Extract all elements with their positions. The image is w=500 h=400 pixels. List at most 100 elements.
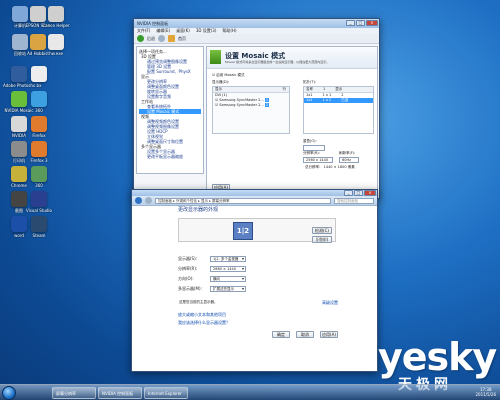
mosaic-header: 设置 Mosaic 模式 Mosaic 模式可将多台显示器组合成一台虚拟显示器，… — [207, 47, 377, 69]
maximize-button[interactable]: □ — [354, 190, 363, 196]
setting-row: 分辨率(R): 2880 × 1440 — [178, 266, 246, 272]
shortcut-icon — [31, 141, 47, 157]
topology-row-selected[interactable]: 1x2 1 x 2 已选 — [304, 98, 373, 103]
page-description: Mosaic 模式可将多台显示器组合成一台虚拟显示器，以便在更大范围内显示。 — [225, 60, 330, 64]
menu-file[interactable]: 文件(F) — [137, 28, 150, 34]
yesky-watermark: yesky 天极网 — [378, 335, 497, 393]
taskbar-button-nvidia[interactable]: NVIDIA 控制面板 — [98, 387, 142, 399]
menu-3d-settings[interactable]: 3D 设置(3) — [196, 28, 217, 34]
text-size-link[interactable]: 放大或缩小文本和其他项目 — [178, 312, 226, 318]
watermark-brand: yesky — [378, 335, 497, 379]
home-icon[interactable] — [168, 35, 175, 42]
refresh-select[interactable]: 60Hz — [339, 157, 359, 163]
minimize-button[interactable]: _ — [346, 20, 355, 26]
desktop-shortcut[interactable]: Visual Studio — [23, 191, 55, 213]
display-help-link[interactable]: 我应该选择什么显示器设置？ — [178, 320, 230, 326]
clock-date: 2011/5/26 — [475, 392, 496, 397]
desktop-shortcut[interactable]: Firefox 3 — [23, 141, 55, 163]
display-item[interactable]: ☑ Samsung SyncMaster 2... 2 — [213, 103, 289, 108]
topology-label: 拓扑(T): — [303, 80, 317, 84]
monitor-icon[interactable]: 1|2 — [233, 222, 253, 240]
setting-dropdown[interactable]: 1|2. 多个监视器 — [210, 256, 246, 262]
identify-button[interactable]: 识别(I) — [312, 236, 332, 243]
setting-row: 显示器(S): 1|2. 多个监视器 — [178, 256, 246, 262]
topo-col-size: 1 — [323, 87, 326, 91]
shortcut-label: Firefox 3 — [30, 158, 48, 163]
ok-button[interactable]: 确定 — [272, 331, 290, 338]
minimize-button[interactable]: _ — [344, 190, 353, 196]
detect-button[interactable]: 检测(C) — [312, 227, 332, 234]
shortcut-label: 360 — [35, 108, 43, 113]
system-clock[interactable]: 17:38 2011/5/26 — [475, 387, 496, 397]
setting-label: 分辨率(R): — [178, 266, 198, 271]
col-row: 行 — [282, 87, 287, 91]
setting-row: 方向(O): 横向 — [178, 276, 246, 282]
desktop-shortcut[interactable]: hw.exe — [40, 34, 72, 56]
address-bar: 控制面板 ▸ 外观和个性化 ▸ 显示 ▸ 屏幕分辨率 搜索控制面板 — [132, 196, 377, 206]
shortcut-icon — [48, 6, 64, 22]
maximize-button[interactable]: □ — [356, 20, 365, 26]
desktop-shortcut[interactable]: bx — [23, 66, 55, 88]
apply-button[interactable]: 应用(A) — [320, 331, 338, 338]
back-arrow-icon[interactable] — [137, 35, 144, 42]
tree-task-link[interactable]: 更改平板显示器缩放 — [139, 154, 201, 159]
topology-count: 已选 — [341, 98, 349, 102]
desktop-shortcut[interactable]: Canon Helper — [40, 6, 72, 28]
menu-edit[interactable]: 编辑(E) — [156, 28, 170, 34]
refresh-label: 刷新率(F): — [339, 151, 356, 155]
setting-dropdown[interactable]: 2880 × 1440 — [210, 266, 246, 272]
back-label[interactable]: 后退 — [147, 36, 155, 42]
col-display: 显示 — [215, 87, 222, 91]
topology-list: 名称 1 显示 1x1 1 x 1 2 1x2 1 x 2 已选 — [303, 86, 374, 134]
nvidia-toolbar: 后退 首页 — [134, 34, 379, 44]
setting-label: 多显示器(M): — [178, 286, 202, 291]
shortcut-label: Visual Studio — [26, 208, 52, 213]
nvidia-window-title: NVIDIA 控制面板 — [137, 21, 169, 26]
taskbar-button-ie[interactable]: Internet Explorer — [144, 387, 188, 399]
shortcut-icon — [31, 116, 47, 132]
shortcut-icon — [31, 166, 47, 182]
menu-desktop[interactable]: 桌面(K) — [176, 28, 190, 34]
back-arrow-icon[interactable] — [135, 197, 142, 204]
forward-arrow-icon[interactable] — [145, 197, 152, 204]
shortcut-icon — [31, 216, 47, 232]
shortcut-label: Firefox — [32, 133, 46, 138]
forward-arrow-icon[interactable] — [158, 35, 165, 42]
page-title: 更改显示器的外观 — [178, 207, 219, 213]
total-resolution: 总分辨率： 1440 × 1800 像素 — [305, 165, 355, 169]
shortcut-label: Steam — [32, 233, 46, 238]
cp-titlebar[interactable]: _ □ × — [132, 190, 377, 196]
enable-mosaic-checkbox[interactable]: ☑ 启用 Mosaic 模式 — [210, 73, 245, 78]
home-label[interactable]: 首页 — [178, 36, 186, 42]
screen-resolution-window[interactable]: _ □ × 控制面板 ▸ 外观和个性化 ▸ 显示 ▸ 屏幕分辨率 搜索控制面板 … — [131, 189, 378, 372]
shortcut-icon — [31, 91, 47, 107]
shortcut-icon — [31, 66, 47, 82]
desktop-shortcut[interactable]: Steam — [23, 216, 55, 238]
setting-label: 显示器(S): — [178, 256, 198, 261]
nvidia-titlebar[interactable]: NVIDIA 控制面板 _ □ × — [134, 19, 379, 28]
shortcut-label: Canon Helper — [42, 23, 70, 28]
setting-dropdown[interactable]: 扩展这些显示 — [210, 286, 246, 292]
desktop-shortcut[interactable]: 360 — [23, 91, 55, 113]
cancel-button[interactable]: 取消 — [296, 331, 314, 338]
nvidia-control-panel-window[interactable]: NVIDIA 控制面板 _ □ × 文件(F) 编辑(E) 桌面(K) 3D 设… — [133, 18, 380, 199]
topology-size: 1 x 2 — [322, 98, 332, 102]
close-button[interactable]: × — [366, 20, 378, 26]
breadcrumb[interactable]: 控制面板 ▸ 外观和个性化 ▸ 显示 ▸ 屏幕分辨率 — [155, 197, 331, 204]
desktop-shortcut[interactable]: 360 — [23, 166, 55, 188]
close-button[interactable]: × — [364, 190, 376, 196]
advanced-settings-link[interactable]: 高级设置 — [322, 300, 338, 306]
setting-dropdown[interactable]: 横向 — [210, 276, 246, 282]
display-item-label: Samsung SyncMaster 2... — [219, 98, 264, 102]
search-input[interactable]: 搜索控制面板 — [334, 197, 374, 204]
menu-help[interactable]: 帮助(H) — [222, 28, 236, 34]
enable-mosaic-label: 启用 Mosaic 模式 — [216, 73, 245, 77]
taskbar-button-resolution[interactable]: 屏幕分辨率 — [52, 387, 96, 399]
primary-note: 这是您当前的主显示器。 — [179, 300, 218, 304]
nvidia-logo-icon — [210, 50, 221, 64]
start-button[interactable] — [2, 386, 16, 400]
display-item-label: Samsung SyncMaster 2... — [219, 103, 264, 107]
desktop-shortcut[interactable]: Firefox — [23, 116, 55, 138]
shortcut-label: bx — [36, 83, 42, 88]
resolution-select[interactable]: 2560 x 1440 — [303, 157, 333, 163]
